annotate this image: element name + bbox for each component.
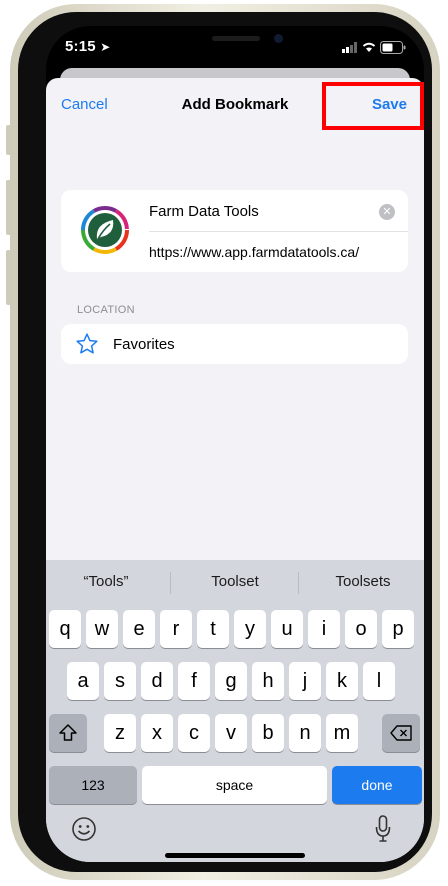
- clear-text-icon[interactable]: ✕: [379, 204, 395, 220]
- status-bar: 5:15 ➤: [46, 26, 424, 72]
- home-indicator[interactable]: [165, 853, 305, 858]
- key-p[interactable]: p: [382, 610, 414, 648]
- key-h[interactable]: h: [252, 662, 284, 700]
- shift-icon: [59, 724, 77, 741]
- key-u[interactable]: u: [271, 610, 303, 648]
- suggestion-3[interactable]: Toolsets: [303, 573, 423, 590]
- status-time: 5:15 ➤: [65, 38, 111, 55]
- farm-data-tools-logo-icon: [81, 206, 129, 254]
- field-divider: [149, 231, 408, 232]
- suggestion-bar: “Tools” Toolset Toolsets: [46, 560, 424, 604]
- emoji-icon[interactable]: [71, 816, 97, 842]
- key-v[interactable]: v: [215, 714, 247, 752]
- location-section-label: LOCATION: [77, 304, 135, 316]
- shift-key[interactable]: [49, 714, 87, 752]
- location-folder-row[interactable]: Favorites: [61, 324, 408, 364]
- key-i[interactable]: i: [308, 610, 340, 648]
- key-r[interactable]: r: [160, 610, 192, 648]
- suggestion-divider: [170, 572, 171, 594]
- volume-up-button: [6, 180, 11, 235]
- key-z[interactable]: z: [104, 714, 136, 752]
- suggestion-2[interactable]: Toolset: [175, 573, 295, 590]
- speaker: [212, 36, 260, 41]
- key-c[interactable]: c: [178, 714, 210, 752]
- key-s[interactable]: s: [104, 662, 136, 700]
- backspace-icon: [390, 725, 412, 741]
- camera: [274, 34, 283, 43]
- microphone-icon[interactable]: [375, 815, 391, 843]
- add-bookmark-sheet: Cancel Add Bookmark Save Farm Data Tools…: [46, 78, 424, 862]
- bookmark-url-field[interactable]: https://www.app.farmdatatools.ca/: [149, 244, 359, 260]
- key-m[interactable]: m: [326, 714, 358, 752]
- key-b[interactable]: b: [252, 714, 284, 752]
- mute-switch: [6, 125, 11, 155]
- keyboard: “Tools” Toolset Toolsets q w e r t y u i…: [46, 560, 424, 862]
- key-f[interactable]: f: [178, 662, 210, 700]
- star-icon: [76, 333, 98, 354]
- volume-down-button: [6, 250, 11, 305]
- backspace-key[interactable]: [382, 714, 420, 752]
- key-w[interactable]: w: [86, 610, 118, 648]
- key-x[interactable]: x: [141, 714, 173, 752]
- battery-icon: [380, 41, 406, 54]
- screen: 5:15 ➤ Cancel Add Bookmark Save Farm Dat…: [46, 26, 424, 862]
- bookmark-card: Farm Data Tools ✕ https://www.app.farmda…: [61, 190, 408, 272]
- key-q[interactable]: q: [49, 610, 81, 648]
- key-t[interactable]: t: [197, 610, 229, 648]
- save-highlight-box: [322, 82, 424, 130]
- wifi-icon: [362, 42, 376, 52]
- key-j[interactable]: j: [289, 662, 321, 700]
- suggestion-1[interactable]: “Tools”: [46, 573, 166, 590]
- key-k[interactable]: k: [326, 662, 358, 700]
- key-a[interactable]: a: [67, 662, 99, 700]
- key-g[interactable]: g: [215, 662, 247, 700]
- key-d[interactable]: d: [141, 662, 173, 700]
- space-key[interactable]: space: [142, 766, 327, 804]
- nav-bar: Cancel Add Bookmark Save: [46, 78, 424, 132]
- location-folder-label: Favorites: [113, 336, 175, 353]
- key-y[interactable]: y: [234, 610, 266, 648]
- key-n[interactable]: n: [289, 714, 321, 752]
- suggestion-divider: [298, 572, 299, 594]
- bookmark-title-field[interactable]: Farm Data Tools: [149, 203, 259, 220]
- numbers-key[interactable]: 123: [49, 766, 137, 804]
- key-o[interactable]: o: [345, 610, 377, 648]
- done-key[interactable]: done: [332, 766, 422, 804]
- notch: [166, 26, 306, 58]
- signal-icon: [342, 42, 357, 53]
- key-l[interactable]: l: [363, 662, 395, 700]
- key-e[interactable]: e: [123, 610, 155, 648]
